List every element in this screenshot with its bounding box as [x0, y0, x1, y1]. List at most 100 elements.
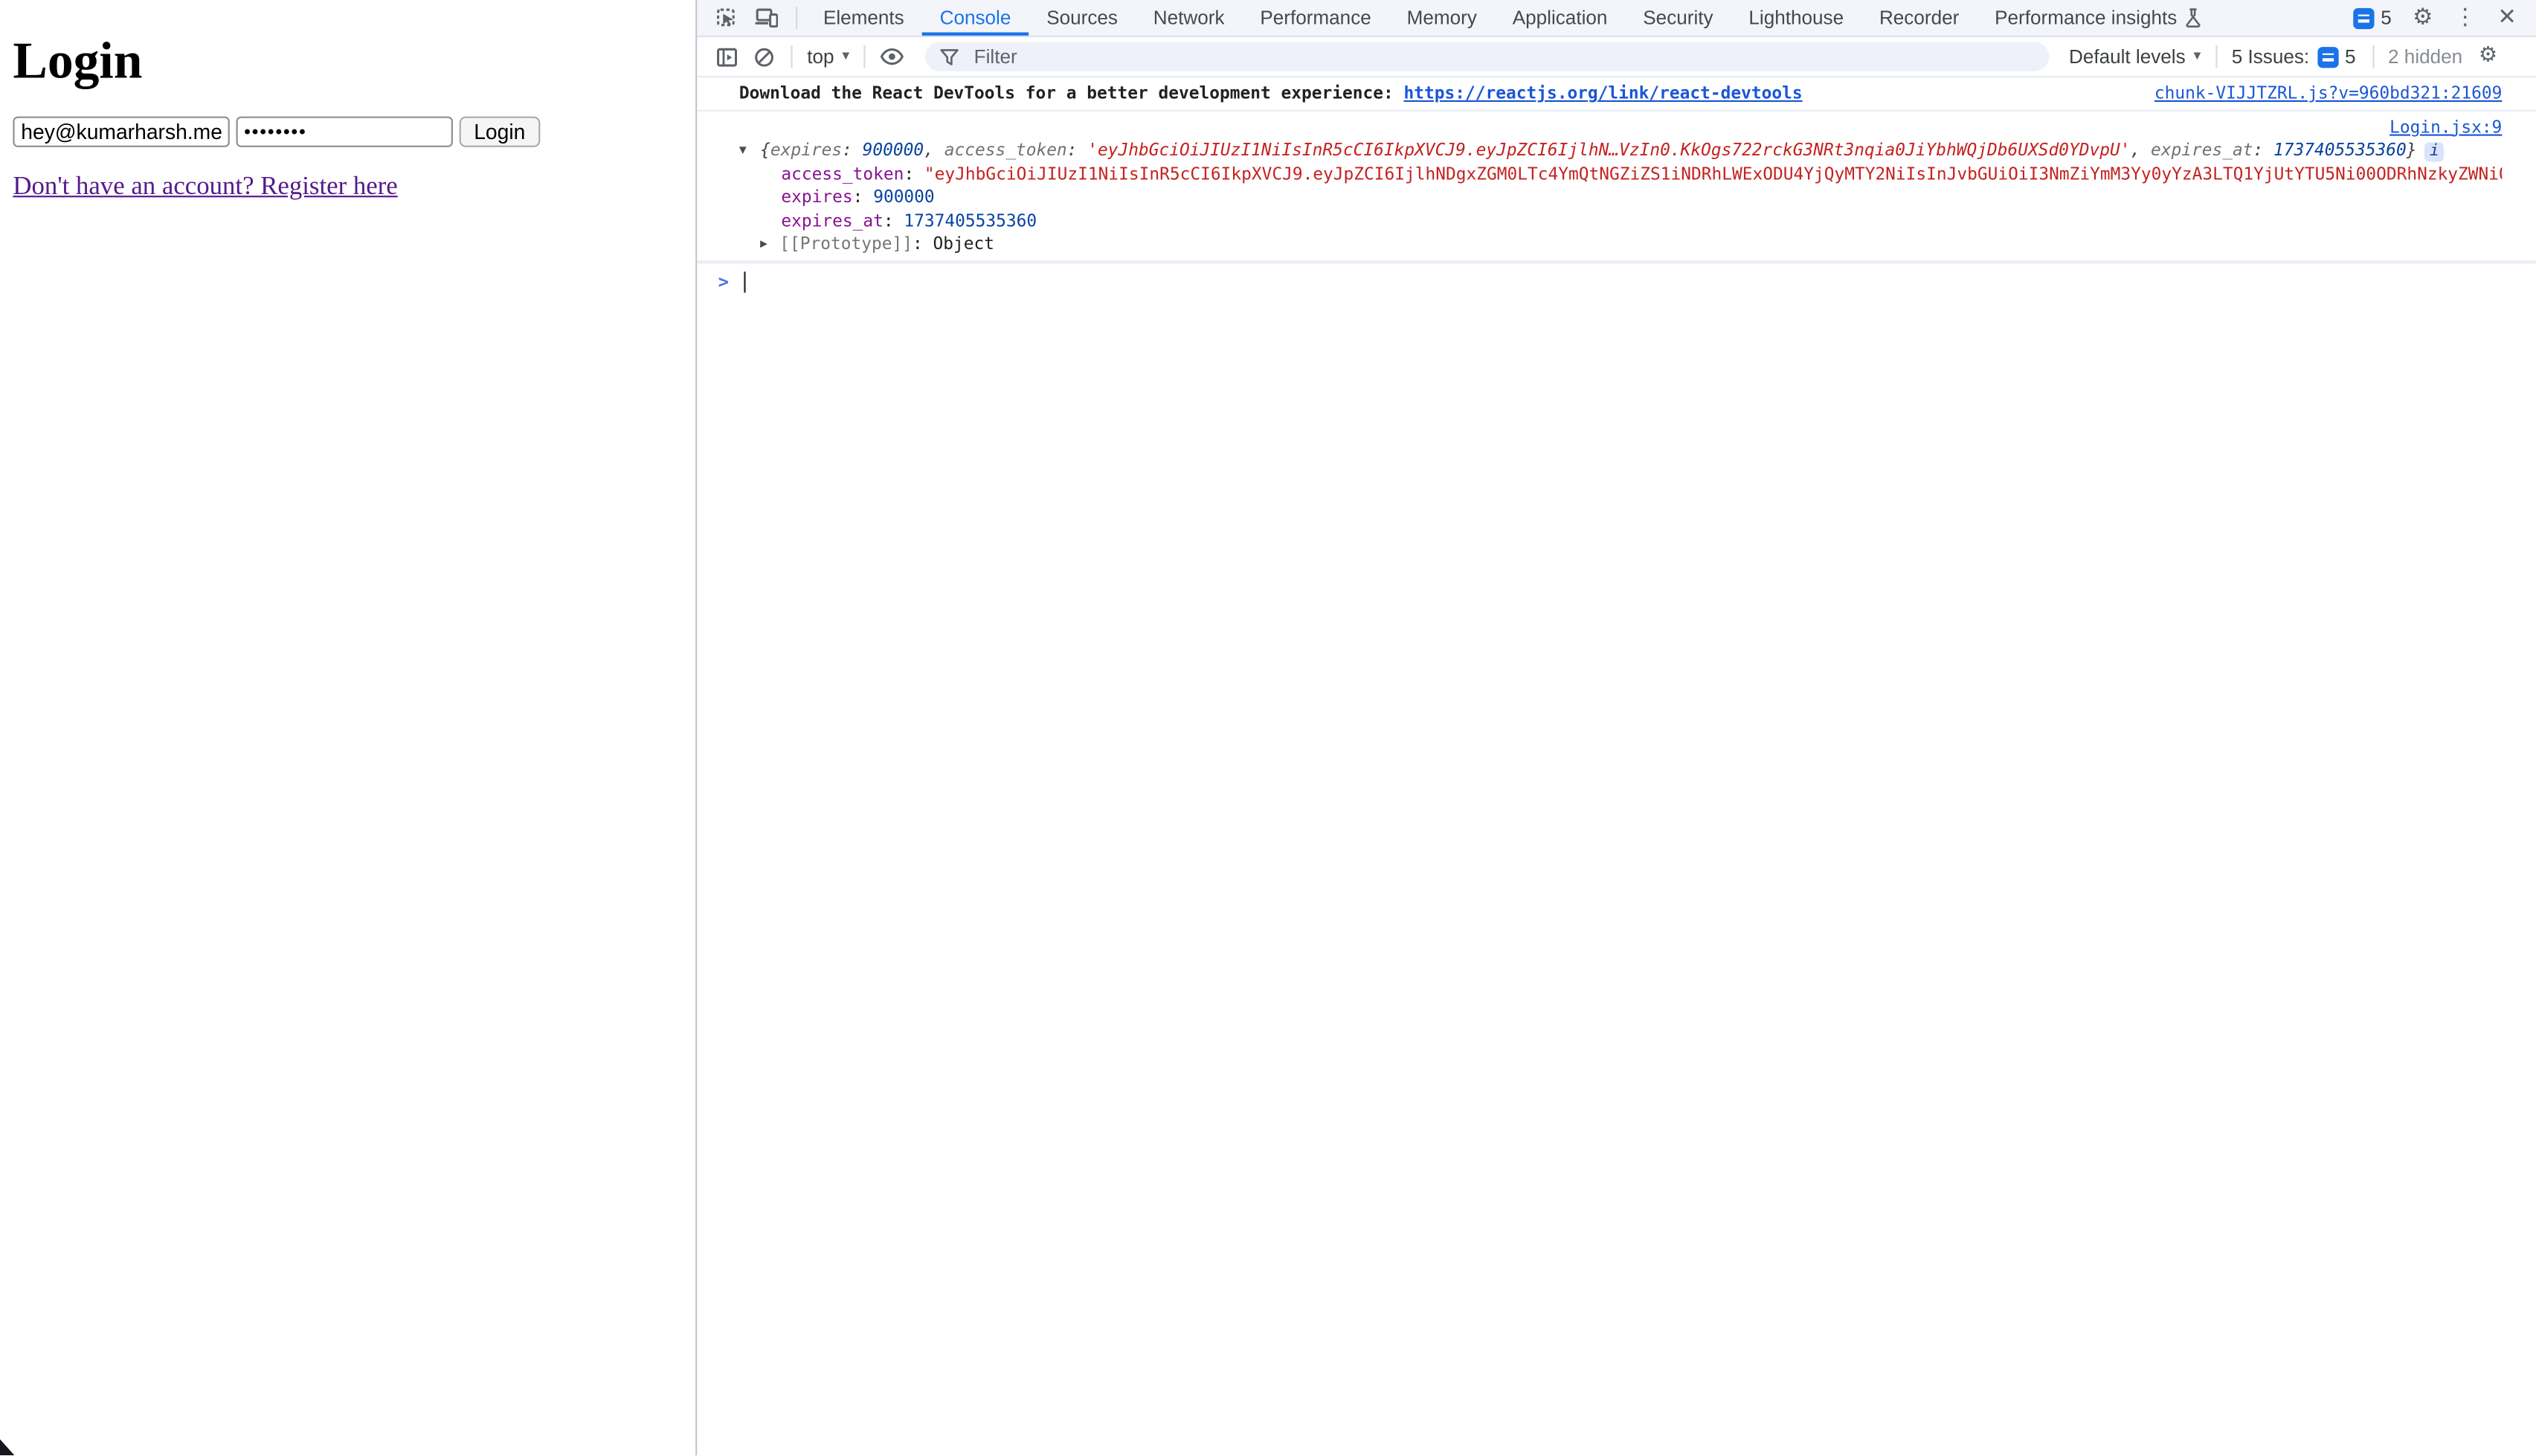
tab-recorder[interactable]: Recorder [1861, 0, 1977, 36]
console-sidebar-toggle-icon[interactable] [716, 46, 737, 67]
colon: : [842, 141, 863, 160]
tab-console[interactable]: Console [922, 0, 1029, 36]
comma: , [924, 141, 944, 160]
preview-key-expires-at: expires_at [2151, 141, 2253, 160]
prompt-chevron-icon: > [718, 271, 729, 291]
console-output: Download the React DevTools for a better… [697, 77, 2536, 1455]
flask-icon [2185, 8, 2201, 28]
toolbar-issues[interactable]: 5 Issues: 5 [2232, 45, 2356, 68]
preview-key-access-token: access_token [944, 141, 1067, 160]
console-filter [925, 42, 2049, 71]
tab-memory[interactable]: Memory [1389, 0, 1495, 36]
login-form: Login [13, 117, 695, 147]
comma: , [2130, 141, 2151, 160]
object-info-badge[interactable]: i [2424, 142, 2444, 161]
toolbar-separator [2372, 45, 2373, 68]
tab-lighthouse[interactable]: Lighthouse [1731, 0, 1861, 36]
property-value-string: "eyJhbGciOiJIUzI1NiIsInR5cCI6IkpXVCJ9.ey… [924, 164, 2502, 184]
page-title: Login [13, 32, 695, 88]
tab-performance-insights[interactable]: Performance insights [1977, 0, 2219, 36]
object-prototype-row: ▶[[Prototype]]: Object [739, 233, 2502, 257]
colon: : [2253, 141, 2273, 160]
issues-icon [2353, 7, 2374, 28]
colon: : [853, 187, 874, 207]
device-toolbar-icon[interactable] [756, 8, 778, 28]
toolbar-separator [864, 45, 866, 68]
preview-value-expires: 900000 [863, 141, 924, 160]
context-selector[interactable]: top ▾ [807, 45, 849, 68]
expand-triangle-icon[interactable]: ▶ [760, 233, 779, 257]
preview-value-expires-at: 1737405535360 [2273, 141, 2407, 160]
filter-input[interactable] [971, 44, 2043, 70]
property-name: expires_at [781, 211, 883, 231]
issues-count: 5 [2345, 45, 2356, 68]
tab-network[interactable]: Network [1136, 0, 1243, 36]
settings-gear-icon[interactable]: ⚙ [2413, 7, 2433, 29]
login-page: Login Login Don't have an account? Regis… [0, 0, 695, 1455]
password-field[interactable] [236, 117, 453, 147]
tab-sources[interactable]: Sources [1029, 0, 1136, 36]
colon: : [913, 234, 933, 254]
browser-viewport: Login Login Don't have an account? Regis… [0, 0, 2536, 1455]
tab-performance[interactable]: Performance [1242, 0, 1388, 36]
console-message-react-devtools: Download the React DevTools for a better… [697, 77, 2536, 111]
property-name: access_token [781, 164, 904, 184]
live-expression-eye-icon[interactable] [881, 47, 905, 66]
prototype-label: [[Prototype]] [779, 234, 913, 254]
tabbar-separator [796, 7, 797, 29]
colon: : [884, 211, 904, 231]
cursor-artifact [0, 1440, 15, 1456]
brace-close: } [2407, 141, 2417, 160]
clear-console-icon[interactable] [753, 46, 774, 67]
devtools-panel: Elements Console Sources Network Perform… [695, 0, 2536, 1455]
collapse-triangle-icon[interactable]: ▼ [739, 139, 760, 163]
email-field[interactable] [13, 117, 229, 147]
source-line: Login.jsx:9 [739, 115, 2502, 139]
source-link-chunk[interactable]: chunk-VIJJTZRL.js?v=960bd321:21609 [2154, 83, 2502, 106]
tab-performance-insights-label: Performance insights [1995, 7, 2177, 29]
tab-application[interactable]: Application [1495, 0, 1626, 36]
issues-count: 5 [2381, 7, 2392, 29]
tab-security[interactable]: Security [1625, 0, 1731, 36]
log-levels-dropdown[interactable]: Default levels ▾ [2069, 45, 2201, 68]
toolbar-separator [2215, 45, 2217, 68]
object-property-expires-at: expires_at: 1737405535360 [739, 210, 2502, 233]
console-settings-gear-icon[interactable]: ⚙ [2479, 45, 2497, 68]
issues-label: 5 Issues: [2232, 45, 2309, 68]
source-link-login-jsx[interactable]: Login.jsx:9 [2389, 117, 2502, 137]
tab-elements[interactable]: Elements [805, 0, 922, 36]
preview-value-access-token: 'eyJhbGciOiJIUzI1NiIsInR5cCI6IkpXVCJ9.ey… [1087, 141, 2130, 160]
react-devtools-link[interactable]: https://reactjs.org/link/react-devtools [1403, 84, 1802, 103]
text-cursor [744, 271, 745, 291]
hidden-messages-label[interactable]: 2 hidden [2388, 45, 2462, 68]
object-property-access-token: access_token: "eyJhbGciOiJIUzI1NiIsInR5c… [739, 163, 2502, 187]
filter-funnel-icon [940, 48, 959, 65]
inspect-element-icon[interactable] [716, 7, 737, 28]
message-text: Download the React DevTools for a better… [739, 84, 1404, 103]
log-levels-label: Default levels [2069, 45, 2186, 68]
chevron-down-icon: ▾ [2194, 48, 2201, 65]
issues-counter[interactable]: 5 [2353, 7, 2392, 29]
issues-icon [2317, 46, 2338, 67]
object-property-expires: expires: 900000 [739, 186, 2502, 210]
toolbar-separator [791, 45, 792, 68]
devtools-tabbar: Elements Console Sources Network Perform… [697, 0, 2536, 37]
console-message-object: Login.jsx:9 ▼{expires: 900000, access_to… [697, 111, 2536, 261]
console-message-text: Download the React DevTools for a better… [739, 83, 2154, 106]
context-selector-label: top [807, 45, 834, 68]
colon: : [904, 164, 924, 184]
property-value-number: 1737405535360 [904, 211, 1037, 231]
console-toolbar: top ▾ Default levels ▾ [697, 37, 2536, 77]
brace-open: { [760, 141, 770, 160]
kebab-menu-icon[interactable]: ⋮ [2454, 7, 2477, 29]
register-link[interactable]: Don't have an account? Register here [13, 173, 397, 202]
close-devtools-icon[interactable]: ✕ [2497, 7, 2517, 29]
chevron-down-icon: ▾ [842, 48, 849, 65]
screenshot-root: Login Login Don't have an account? Regis… [0, 0, 2536, 1456]
colon: : [1067, 141, 1088, 160]
prototype-value: Object [933, 234, 994, 254]
console-prompt[interactable]: > [697, 261, 2536, 300]
object-preview-line: ▼{expires: 900000, access_token: 'eyJhbG… [739, 139, 2502, 163]
property-name: expires [781, 187, 852, 207]
login-button[interactable]: Login [460, 117, 540, 147]
